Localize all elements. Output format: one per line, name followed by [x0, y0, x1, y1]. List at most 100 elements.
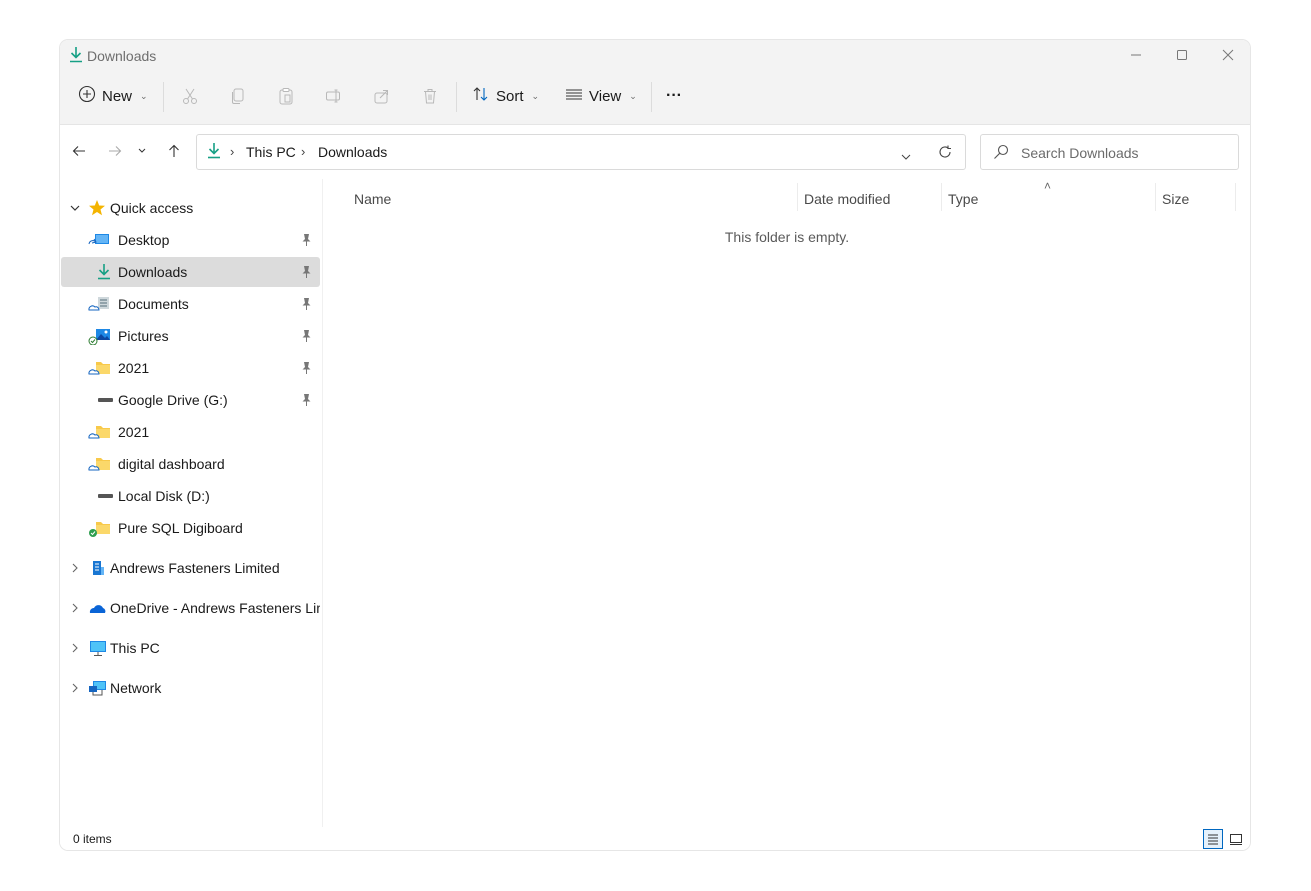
sort-arrows-icon	[472, 85, 490, 107]
chevron-right-icon[interactable]: ›	[301, 144, 305, 159]
view-button[interactable]: View ⌄	[565, 78, 637, 114]
pin-icon	[300, 361, 312, 375]
empty-folder-message: This folder is empty.	[724, 229, 850, 245]
download-icon	[96, 263, 116, 281]
folder-icon	[88, 519, 110, 537]
rename-icon[interactable]	[322, 84, 346, 108]
chevron-down-icon: ⌄	[629, 90, 637, 101]
navigation-pane: Quick access Desktop Downloads Documents	[60, 179, 323, 827]
file-list-view[interactable]: ˄ Name Date modified Type Size This fold…	[323, 179, 1250, 827]
minimize-button[interactable]	[1113, 40, 1159, 70]
more-options-button[interactable]: ···	[666, 78, 682, 114]
sidebar-item-desktop[interactable]: Desktop	[61, 225, 320, 255]
details-view-icon	[1208, 834, 1218, 845]
sidebar-item-label: Local Disk (D:)	[118, 488, 210, 504]
sidebar-item-label: Quick access	[110, 200, 194, 216]
search-box[interactable]: Search Downloads	[980, 134, 1239, 170]
column-divider[interactable]	[1235, 183, 1236, 211]
breadcrumb-downloads[interactable]: Downloads	[318, 144, 387, 160]
share-icon[interactable]	[370, 84, 394, 108]
title-bar[interactable]: Downloads	[60, 40, 1250, 70]
onedrive-cloud-icon	[88, 599, 108, 617]
maximize-button[interactable]	[1159, 40, 1205, 70]
sidebar-item-label: 2021	[118, 424, 150, 440]
download-icon	[206, 142, 222, 165]
forward-button[interactable]	[101, 137, 129, 165]
sidebar-item-label: Network	[110, 680, 162, 696]
file-explorer-window: Downloads New ⌄ Sort ⌄ View ⌄ ··· › This…	[60, 40, 1250, 850]
chevron-down-icon	[138, 148, 146, 153]
breadcrumb-this-pc[interactable]: This PC	[246, 144, 296, 160]
recent-locations-button[interactable]	[132, 137, 152, 165]
paste-icon[interactable]	[274, 84, 298, 108]
sidebar-item-downloads[interactable]: Downloads	[61, 257, 320, 287]
building-icon	[90, 559, 110, 577]
column-divider[interactable]	[1155, 183, 1156, 211]
search-placeholder: Search Downloads	[1021, 145, 1139, 161]
back-button[interactable]	[65, 137, 93, 165]
sidebar-item-label: Google Drive (G:)	[118, 392, 228, 408]
sidebar-item-onedrive[interactable]: OneDrive - Andrews Fasteners Lim	[61, 593, 320, 623]
pin-icon	[300, 329, 312, 343]
sidebar-item-label: This PC	[110, 640, 160, 656]
address-dropdown-icon[interactable]	[901, 148, 911, 166]
sidebar-item-pure-sql-digiboard[interactable]: Pure SQL Digiboard	[61, 513, 320, 543]
large-icons-view-icon	[1230, 834, 1242, 845]
chevron-right-icon[interactable]	[69, 561, 81, 573]
delete-icon[interactable]	[418, 84, 442, 108]
column-header-date-modified[interactable]: Date modified	[804, 191, 890, 207]
column-header-name[interactable]: Name	[354, 191, 391, 207]
cut-icon[interactable]	[178, 84, 202, 108]
arrow-left-icon	[72, 146, 85, 156]
chevron-down-icon[interactable]	[69, 201, 81, 213]
sidebar-item-documents[interactable]: Documents	[61, 289, 320, 319]
sidebar-item-andrews-fasteners[interactable]: Andrews Fasteners Limited	[61, 553, 320, 583]
desktop-folder-icon	[88, 231, 109, 249]
arrow-right-icon	[109, 146, 122, 156]
sidebar-item-2021-pinned[interactable]: 2021	[61, 353, 320, 383]
pin-icon	[300, 233, 312, 247]
sidebar-item-local-disk[interactable]: Local Disk (D:)	[61, 481, 320, 511]
sort-button[interactable]: Sort ⌄	[472, 78, 539, 114]
sidebar-item-network[interactable]: Network	[61, 673, 320, 703]
sidebar-item-label: Pure SQL Digiboard	[118, 520, 243, 536]
star-icon	[88, 199, 108, 217]
column-header-size[interactable]: Size	[1162, 191, 1189, 207]
folder-icon	[88, 455, 110, 473]
sidebar-item-this-pc[interactable]: This PC	[61, 633, 320, 663]
documents-folder-icon	[88, 295, 109, 313]
status-bar: 0 items	[60, 827, 1250, 850]
up-button[interactable]	[160, 137, 188, 165]
column-divider[interactable]	[797, 183, 798, 211]
sidebar-item-pictures[interactable]: Pictures	[61, 321, 320, 351]
new-button[interactable]: New ⌄	[78, 78, 148, 114]
sidebar-item-label: OneDrive - Andrews Fasteners Lim	[110, 600, 320, 616]
chevron-right-icon[interactable]	[69, 681, 81, 693]
chevron-right-icon[interactable]	[69, 641, 81, 653]
chevron-right-icon: ›	[230, 144, 235, 159]
more-label: ···	[666, 87, 682, 104]
copy-icon[interactable]	[226, 84, 250, 108]
refresh-icon[interactable]	[938, 145, 952, 164]
pin-icon	[300, 265, 312, 279]
sidebar-item-2021[interactable]: 2021	[61, 417, 320, 447]
toolbar-divider	[163, 82, 164, 112]
column-divider[interactable]	[941, 183, 942, 211]
pin-icon	[300, 297, 312, 311]
chevron-down-icon: ⌄	[140, 90, 148, 101]
chevron-right-icon[interactable]	[69, 601, 81, 613]
column-header-type[interactable]: Type	[948, 191, 978, 207]
tiles-view-button[interactable]	[1226, 829, 1246, 849]
folder-icon	[88, 423, 110, 441]
item-count: 0 items	[73, 832, 112, 846]
sidebar-item-google-drive[interactable]: Google Drive (G:)	[61, 385, 320, 415]
folder-icon	[88, 359, 110, 377]
chevron-down-icon: ⌄	[531, 90, 540, 101]
details-view-button[interactable]	[1203, 829, 1223, 849]
navigation-bar: › This PC › Downloads Search Downloads	[60, 125, 1250, 179]
sidebar-item-label: digital dashboard	[118, 456, 225, 472]
sidebar-item-digital-dashboard[interactable]: digital dashboard	[61, 449, 320, 479]
address-bar[interactable]: › This PC › Downloads	[196, 134, 966, 170]
sidebar-item-quick-access[interactable]: Quick access	[61, 193, 320, 223]
close-button[interactable]	[1205, 40, 1250, 70]
